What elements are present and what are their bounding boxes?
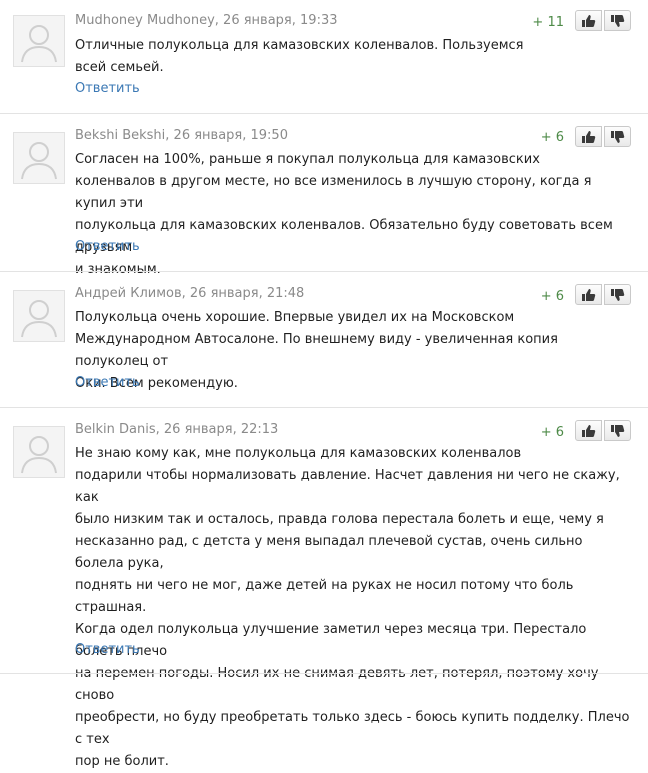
user-placeholder-icon: [21, 142, 57, 180]
comment: Belkin Danis, 26 января, 22:13 + 6 Не зн…: [0, 408, 648, 769]
like-button[interactable]: [575, 126, 602, 147]
comment-score: + 6: [540, 425, 564, 440]
avatar: [13, 132, 65, 184]
like-button[interactable]: [575, 10, 602, 31]
like-button[interactable]: [575, 284, 602, 305]
comment-text: Полукольца очень хорошие. Впервые увидел…: [75, 310, 558, 391]
thumbs-up-icon: [582, 14, 596, 27]
user-placeholder-icon: [21, 25, 57, 63]
dislike-button[interactable]: [604, 126, 631, 147]
thumbs-down-icon: [611, 288, 625, 301]
like-button[interactable]: [575, 420, 602, 441]
comment-meta: Belkin Danis, 26 января, 22:13: [75, 422, 278, 437]
comment-author: Bekshi Bekshi: [75, 128, 166, 143]
comment-text: Согласен на 100%, раньше я покупал полук…: [75, 152, 613, 277]
thumbs-up-icon: [582, 288, 596, 301]
comment: Андрей Климов, 26 января, 21:48 + 6 Полу…: [0, 272, 648, 408]
comment-date: , 26 января, 22:13: [155, 422, 279, 437]
comment-meta: Mudhoney Mudhoney, 26 января, 19:33: [75, 13, 337, 28]
dislike-button[interactable]: [604, 284, 631, 305]
thumbs-up-icon: [582, 130, 596, 143]
comment-score: + 6: [540, 130, 564, 145]
comment-text: Отличные полукольца для камазовских коле…: [75, 38, 524, 75]
comment: Mudhoney Mudhoney, 26 января, 19:33 + 11…: [0, 0, 648, 114]
dislike-button[interactable]: [604, 10, 631, 31]
reply-link[interactable]: Ответить: [75, 81, 140, 96]
thumbs-down-icon: [611, 130, 625, 143]
comment-date: , 26 января, 21:48: [181, 286, 305, 301]
reply-link[interactable]: Ответить: [75, 375, 140, 390]
thumbs-down-icon: [611, 424, 625, 437]
comment-author: Андрей Климов: [75, 286, 182, 301]
comment-date: , 26 января, 19:33: [214, 13, 338, 28]
reply-link[interactable]: Ответить: [75, 239, 140, 254]
user-placeholder-icon: [21, 300, 57, 338]
user-placeholder-icon: [21, 436, 57, 474]
avatar: [13, 15, 65, 67]
thumbs-down-icon: [611, 14, 625, 27]
comment-score: + 11: [532, 15, 564, 30]
comment: Bekshi Bekshi, 26 января, 19:50 + 6 Согл…: [0, 114, 648, 277]
reply-link[interactable]: Ответить: [75, 642, 140, 657]
comment-meta: Bekshi Bekshi, 26 января, 19:50: [75, 128, 288, 143]
thumbs-up-icon: [582, 424, 596, 437]
comment-author: Mudhoney Mudhoney: [75, 13, 215, 28]
comment-text: Не знаю кому как, мне полукольца для кам…: [75, 446, 630, 769]
comment-author: Belkin Danis: [75, 422, 156, 437]
comment-meta: Андрей Климов, 26 января, 21:48: [75, 286, 304, 301]
avatar: [13, 290, 65, 342]
comment-date: , 26 января, 19:50: [165, 128, 288, 143]
comment-score: + 6: [540, 289, 564, 304]
avatar: [13, 426, 65, 478]
dislike-button[interactable]: [604, 420, 631, 441]
